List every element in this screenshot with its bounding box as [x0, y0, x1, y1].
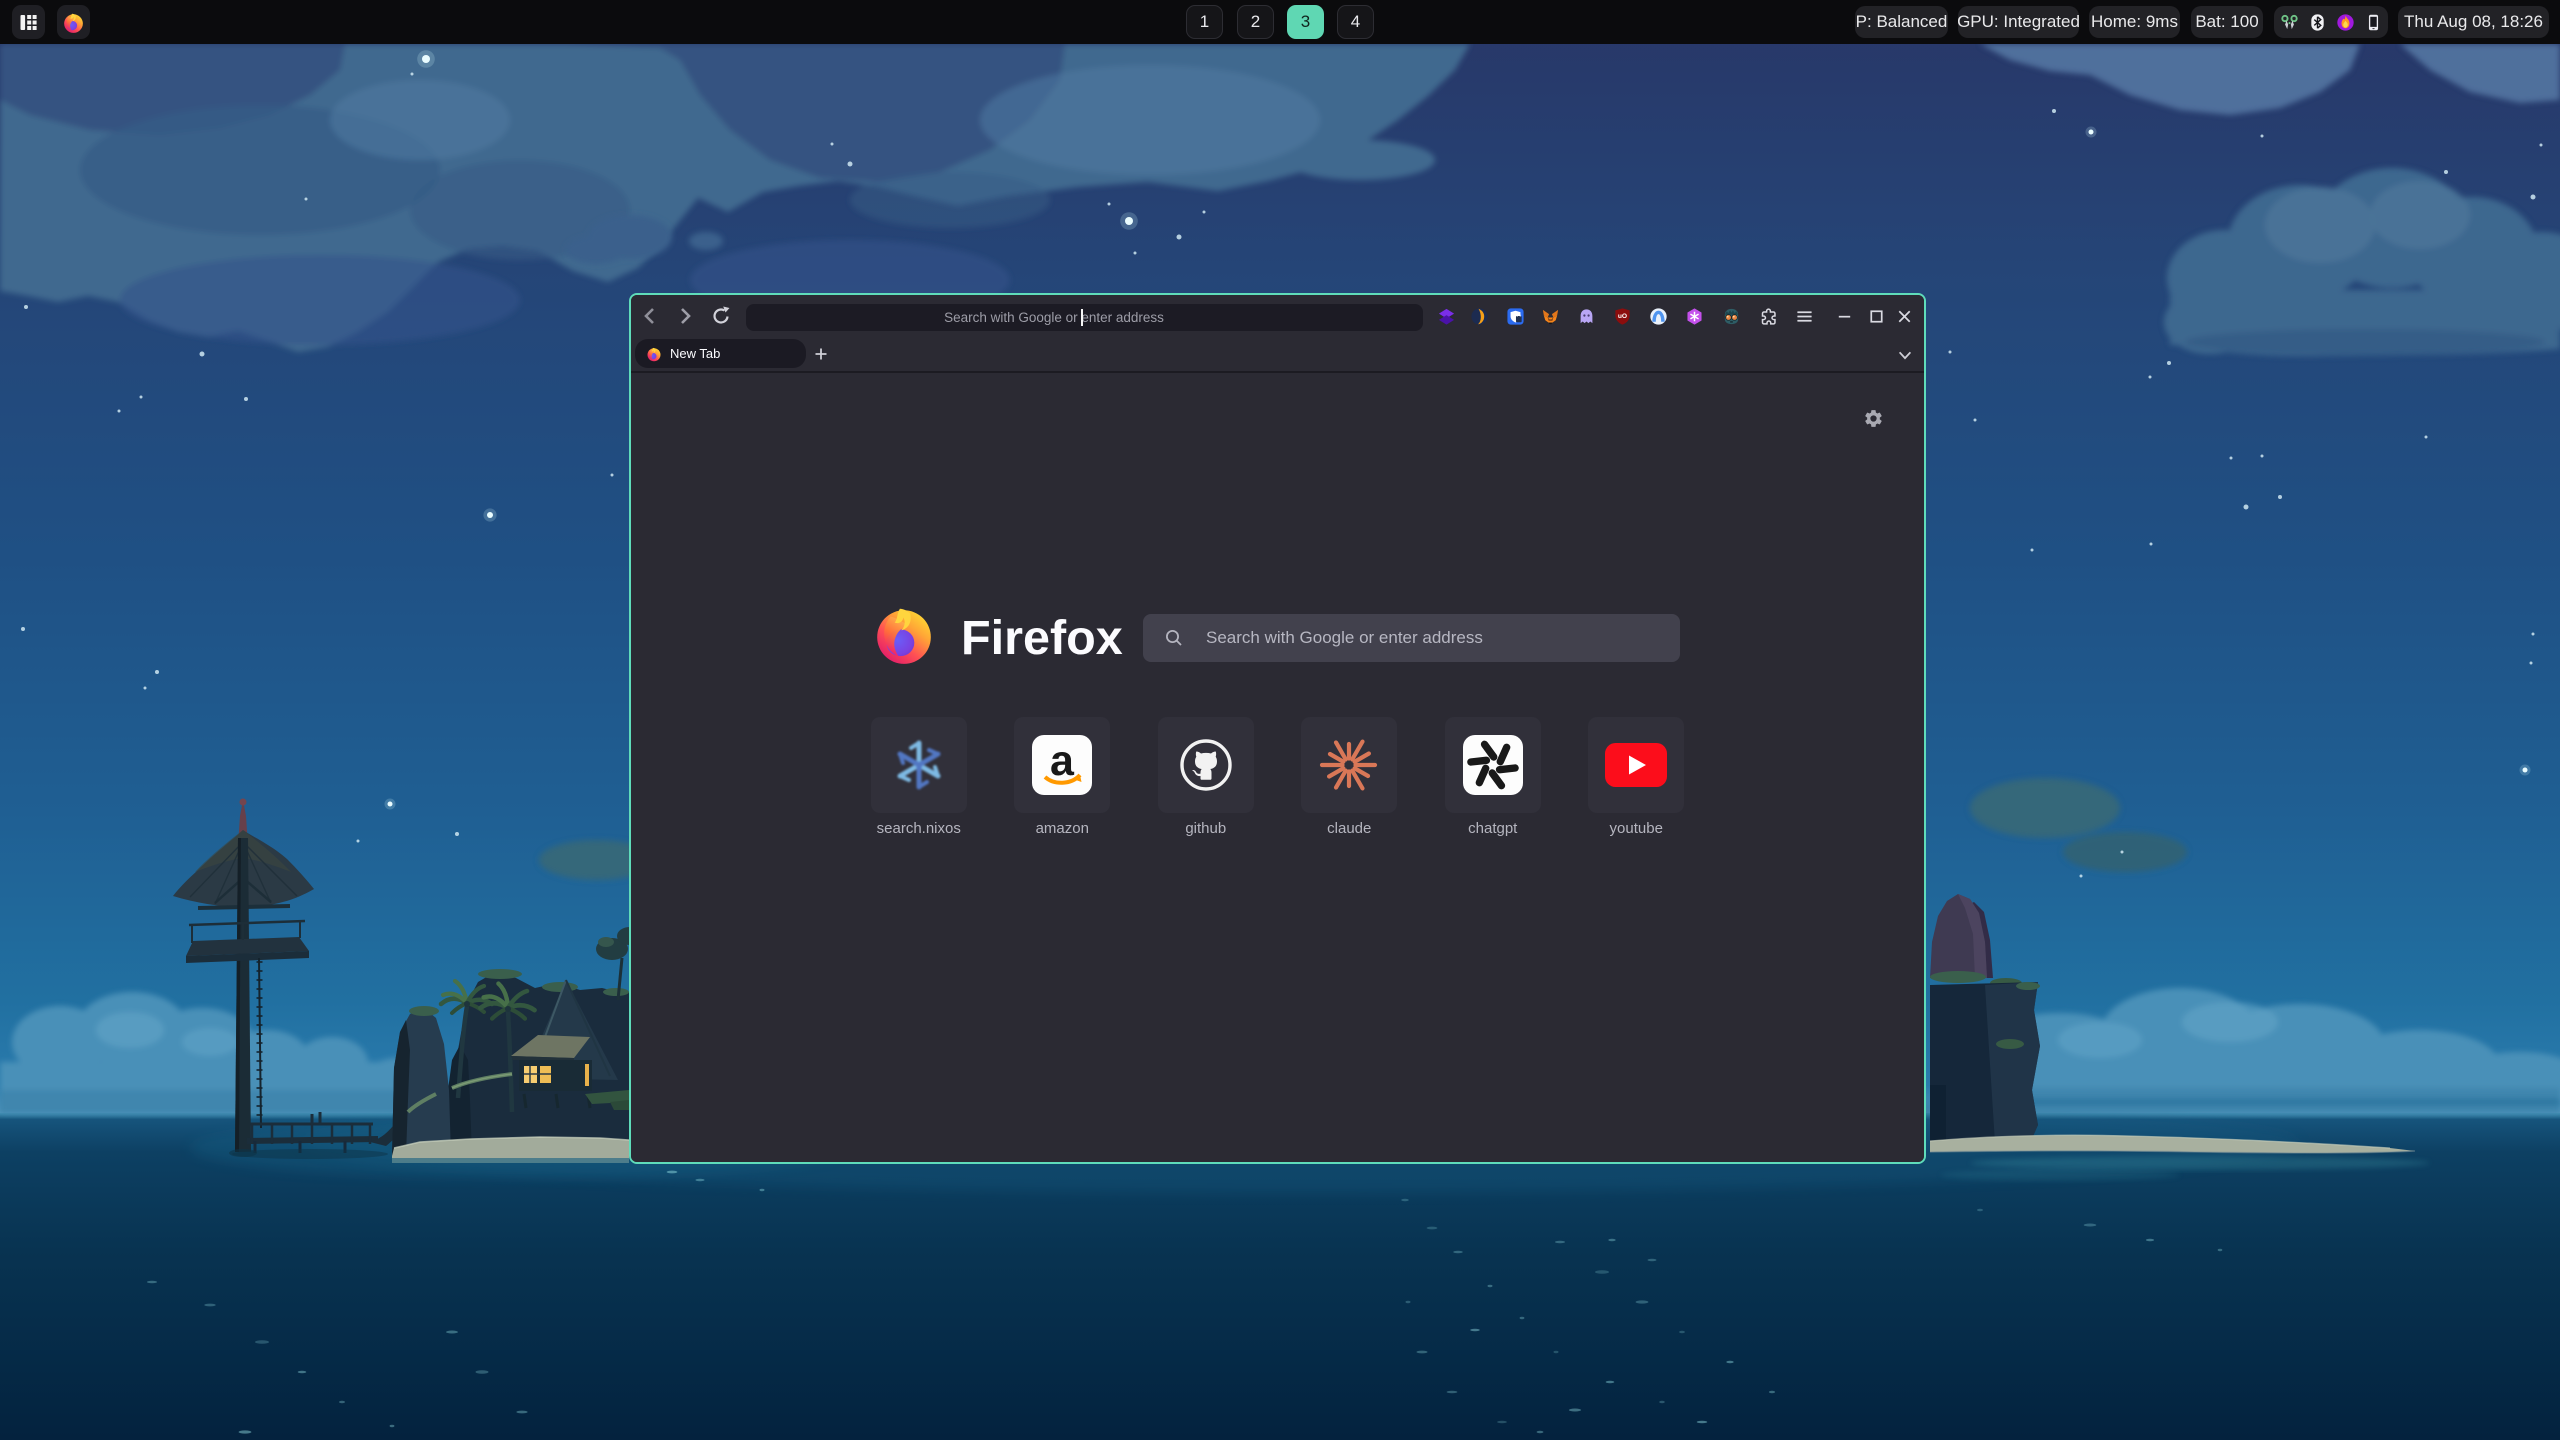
svg-text:a: a — [1050, 737, 1075, 785]
svg-text:uO: uO — [1617, 312, 1626, 319]
